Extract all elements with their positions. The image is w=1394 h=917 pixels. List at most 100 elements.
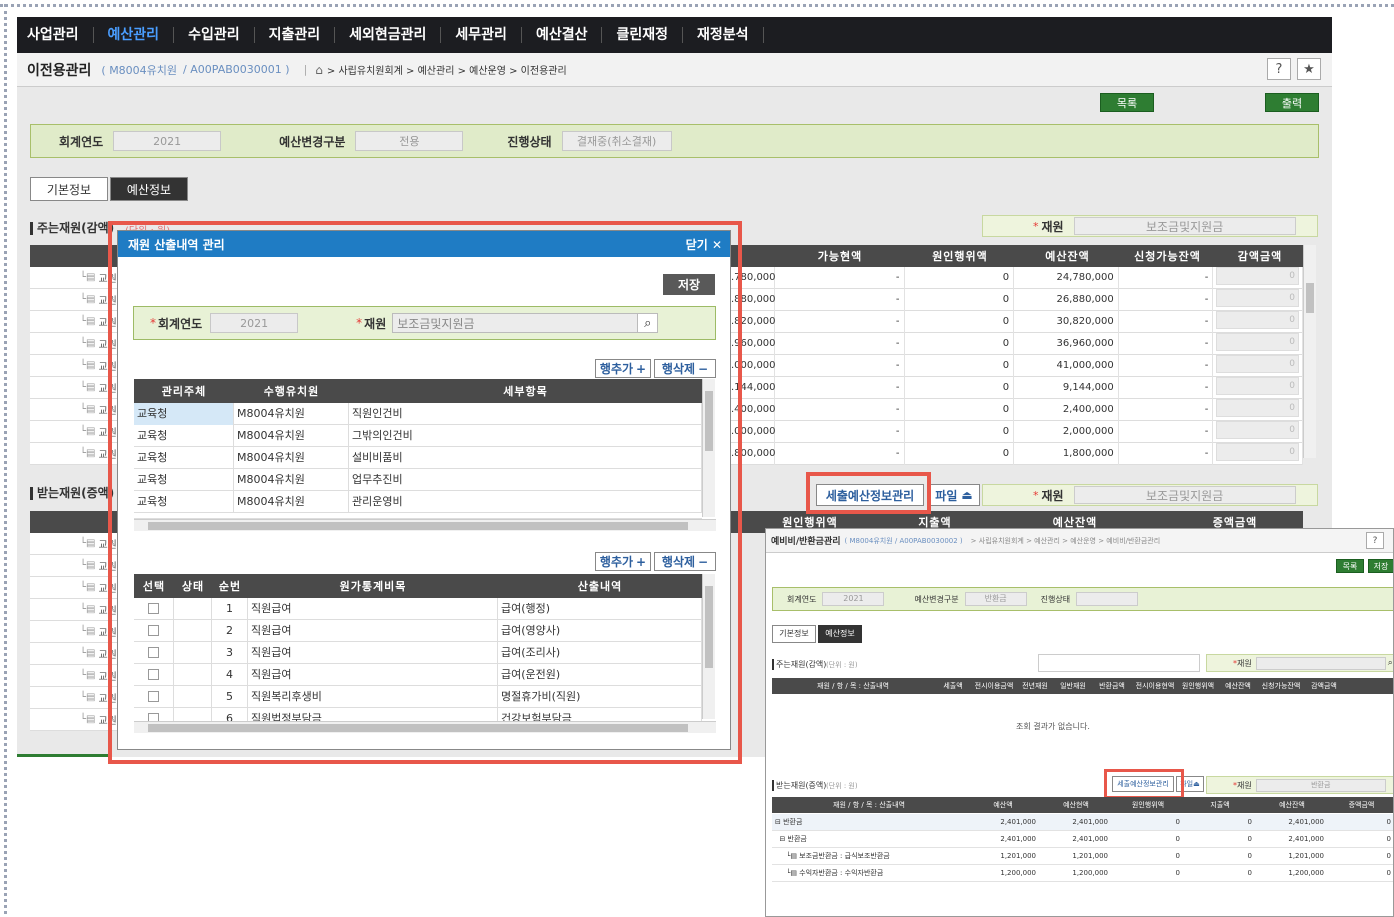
inset-status-field[interactable] bbox=[1076, 592, 1139, 606]
grid1-row[interactable]: 교육청 M8004유치원 업무추진비 bbox=[134, 468, 702, 491]
grid2-row[interactable]: 2 직원급여 급여(영양사) bbox=[134, 619, 702, 642]
grid2-add-row-button[interactable]: 행추가 + bbox=[595, 552, 651, 571]
give-scrollbar[interactable] bbox=[1303, 245, 1316, 458]
table-row[interactable]: .000,000-0 2,000,000-0 bbox=[731, 420, 1304, 443]
modal-jewon-field[interactable]: 보조금및지원금 ⌕ bbox=[392, 313, 659, 333]
decrease-amount-input[interactable]: 0 bbox=[1216, 420, 1300, 439]
row-checkbox[interactable] bbox=[148, 691, 159, 702]
scroll-thumb[interactable] bbox=[148, 522, 688, 530]
decrease-amount-input[interactable]: 0 bbox=[1216, 288, 1300, 307]
grid1-scrollbar[interactable] bbox=[702, 379, 715, 517]
scroll-thumb[interactable] bbox=[705, 586, 713, 668]
file-button[interactable]: 파일 ⏏ bbox=[928, 484, 980, 506]
nav-item-extra-cash[interactable]: 세외현금관리 bbox=[335, 27, 442, 43]
nav-item-analysis[interactable]: 재정분석 bbox=[683, 27, 764, 43]
decrease-amount-cell[interactable]: 0 bbox=[1213, 376, 1304, 399]
recv-jewon-value[interactable]: 보조금및지원금 bbox=[1073, 486, 1296, 504]
grid2-row[interactable]: 3 직원급여 급여(조리사) bbox=[134, 641, 702, 664]
decrease-amount-cell[interactable]: 0 bbox=[1213, 398, 1304, 421]
inset-help-icon[interactable]: ? bbox=[1366, 532, 1384, 549]
inset-recv-row[interactable]: └▤ 보조금반환금 : 급식보조반환금 1,201,000 1,201,000 0 0 1… bbox=[772, 848, 1393, 865]
table-row[interactable]: .960,000-0 36,960,000-0 bbox=[731, 332, 1304, 355]
status-field[interactable]: 결재중(취소결재) bbox=[561, 131, 672, 151]
nav-item-tax[interactable]: 세무관리 bbox=[441, 27, 522, 43]
decrease-amount-input[interactable]: 0 bbox=[1216, 310, 1300, 329]
inset-recv-row[interactable]: ⊟ 반환금 2,401,000 2,401,000 0 0 2,401,000 0 bbox=[772, 831, 1393, 848]
select-cell[interactable] bbox=[134, 641, 174, 664]
grid1-hscroll[interactable] bbox=[134, 519, 716, 531]
decrease-amount-cell[interactable]: 0 bbox=[1213, 266, 1304, 289]
home-icon[interactable]: ⌂ bbox=[315, 63, 323, 77]
modal-save-button[interactable]: 저장 bbox=[663, 274, 715, 295]
decrease-amount-input[interactable]: 0 bbox=[1216, 354, 1300, 373]
nav-item-settlement[interactable]: 예산결산 bbox=[522, 27, 603, 43]
decrease-amount-input[interactable]: 0 bbox=[1216, 332, 1300, 351]
inset-tab-budget[interactable]: 예산정보 bbox=[818, 625, 862, 643]
table-row[interactable]: .820,000-0 30,820,000-0 bbox=[731, 310, 1304, 333]
select-cell[interactable] bbox=[134, 663, 174, 686]
scroll-thumb[interactable] bbox=[148, 724, 688, 732]
inset-change-field[interactable]: 반환금 bbox=[964, 592, 1027, 606]
table-row[interactable]: .880,000-0 26,880,000-0 bbox=[731, 288, 1304, 311]
row-checkbox[interactable] bbox=[148, 625, 159, 636]
scroll-thumb[interactable] bbox=[1306, 283, 1314, 313]
inset-recv-row[interactable]: ⊟ 반환금 2,401,000 2,401,000 0 0 2,401,000 0 bbox=[772, 814, 1393, 831]
inset-jewon-field[interactable] bbox=[1255, 656, 1386, 670]
scroll-thumb[interactable] bbox=[705, 391, 713, 451]
decrease-amount-input[interactable]: 0 bbox=[1216, 442, 1300, 461]
table-row[interactable]: .780,000-0 24,780,000-0 bbox=[731, 266, 1304, 289]
row-checkbox[interactable] bbox=[148, 603, 159, 614]
inset-year-field[interactable]: 2021 bbox=[822, 592, 885, 606]
select-cell[interactable] bbox=[134, 597, 174, 620]
decrease-amount-cell[interactable]: 0 bbox=[1213, 288, 1304, 311]
table-row[interactable]: .800,000-0 1,800,000-0 bbox=[731, 442, 1304, 465]
grid2-scrollbar[interactable] bbox=[702, 574, 715, 719]
nav-item-business[interactable]: 사업관리 bbox=[27, 27, 94, 43]
inset-list-button[interactable]: 목록 bbox=[1336, 559, 1364, 573]
select-cell[interactable] bbox=[134, 685, 174, 708]
grid2-row[interactable]: 1 직원급여 급여(행정) bbox=[134, 597, 702, 620]
tab-basic-info[interactable]: 기본정보 bbox=[30, 177, 108, 201]
help-icon[interactable]: ? bbox=[1267, 58, 1291, 80]
grid2-hscroll[interactable] bbox=[134, 721, 716, 733]
inset-save-button[interactable]: 저장 bbox=[1368, 559, 1393, 573]
modal-close-button[interactable]: 닫기 ✕ bbox=[686, 236, 722, 253]
grid1-add-row-button[interactable]: 행추가 + bbox=[595, 359, 651, 378]
table-row[interactable]: .144,000-0 9,144,000-0 bbox=[731, 376, 1304, 399]
decrease-amount-input[interactable]: 0 bbox=[1216, 376, 1300, 395]
inset-give-search[interactable] bbox=[1038, 654, 1200, 672]
decrease-amount-cell[interactable]: 0 bbox=[1213, 332, 1304, 355]
modal-year-field[interactable]: 2021 bbox=[210, 313, 299, 333]
decrease-amount-cell[interactable]: 0 bbox=[1213, 354, 1304, 377]
decrease-amount-cell[interactable]: 0 bbox=[1213, 310, 1304, 333]
grid2-row[interactable]: 4 직원급여 급여(운전원) bbox=[134, 663, 702, 686]
nav-item-income[interactable]: 수입관리 bbox=[174, 27, 255, 43]
inset-recv-row[interactable]: └▤ 수익자반환금 : 수익자반환금 1,200,000 1,200,000 0 0 1,… bbox=[772, 865, 1393, 882]
favorite-star-icon[interactable]: ★ bbox=[1297, 58, 1321, 80]
table-row[interactable]: .000,000-0 41,000,000-0 bbox=[731, 354, 1304, 377]
list-button[interactable]: 목록 bbox=[1100, 93, 1154, 112]
decrease-amount-cell[interactable]: 0 bbox=[1213, 420, 1304, 443]
inset-recv-jewon-field[interactable]: 반환금 bbox=[1255, 778, 1386, 792]
row-checkbox[interactable] bbox=[148, 647, 159, 658]
print-button[interactable]: 출력 bbox=[1265, 93, 1319, 112]
grid1-row[interactable]: 교육청 M8004유치원 그밖의인건비 bbox=[134, 424, 702, 447]
give-jewon-value[interactable]: 보조금및지원금 bbox=[1073, 217, 1296, 235]
change-type-field[interactable]: 전용 bbox=[355, 131, 464, 151]
grid1-row[interactable]: 교육청 M8004유치원 설비비품비 bbox=[134, 446, 702, 469]
year-field[interactable]: 2021 bbox=[113, 131, 222, 151]
search-icon[interactable]: ⌕ bbox=[1388, 658, 1393, 668]
row-checkbox[interactable] bbox=[148, 669, 159, 680]
nav-item-expense[interactable]: 지출관리 bbox=[255, 27, 336, 43]
table-row[interactable]: .400,000-0 2,400,000-0 bbox=[731, 398, 1304, 421]
inset-tab-basic[interactable]: 기본정보 bbox=[772, 625, 816, 643]
decrease-amount-input[interactable]: 0 bbox=[1216, 266, 1300, 285]
nav-item-clean-finance[interactable]: 클린재정 bbox=[602, 27, 683, 43]
search-icon[interactable]: ⌕ bbox=[637, 314, 658, 332]
grid1-delete-row-button[interactable]: 행삭제 − bbox=[654, 359, 716, 378]
grid2-delete-row-button[interactable]: 행삭제 − bbox=[654, 552, 716, 571]
grid2-row[interactable]: 5 직원복리후생비 명절휴가비(직원) bbox=[134, 685, 702, 708]
select-cell[interactable] bbox=[134, 619, 174, 642]
grid1-row[interactable]: 교육청 M8004유치원 관리운영비 bbox=[134, 490, 702, 513]
grid1-row[interactable]: 교육청 M8004유치원 직원인건비 bbox=[134, 402, 702, 425]
